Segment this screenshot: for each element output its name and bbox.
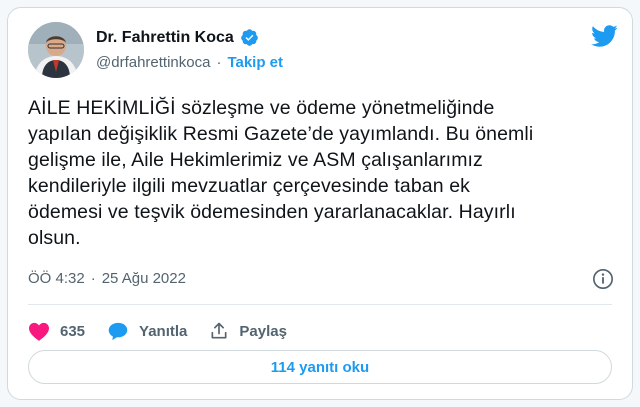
reply-bubble-icon	[108, 322, 128, 341]
heart-icon	[29, 322, 49, 341]
separator-dot: ·	[216, 54, 222, 71]
share-icon	[211, 322, 227, 339]
tweet-text-line: ödemesi ve teşvik ödemesinden yararlanac…	[28, 201, 516, 223]
tweet-time[interactable]: ÖÖ 4:32	[28, 270, 85, 287]
info-icon[interactable]	[592, 268, 614, 290]
tweet-text-line: kendileriyle ilgili mevzuatlar çerçevesi…	[28, 175, 470, 197]
avatar[interactable]	[28, 22, 84, 78]
tweet-text-line: yapılan değişiklik Resmi Gazete’de yayım…	[28, 123, 534, 145]
author-name[interactable]: Dr. Fahrettin Koca	[96, 29, 234, 47]
tweet-text-line: AİLE HEKİMLİĞİ sözleşme ve ödeme yönetme…	[28, 97, 495, 119]
reply-button[interactable]: Yanıtla	[107, 321, 187, 341]
divider	[28, 304, 612, 305]
tweet-text-line: gelişme ile, Aile Hekimlerimiz ve ASM ça…	[28, 149, 483, 171]
avatar-portrait	[28, 22, 84, 78]
follow-button[interactable]: Takip et	[227, 54, 283, 71]
like-count: 635	[60, 322, 86, 340]
twitter-bird-icon[interactable]	[590, 24, 618, 48]
tweet-text: AİLE HEKİMLİĞİ sözleşme ve ödeme yönetme…	[28, 95, 618, 251]
share-label: Paylaş	[239, 322, 287, 340]
action-bar: 635 Yanıtla Paylaş	[28, 316, 309, 346]
like-button[interactable]: 635	[28, 321, 85, 341]
separator-dot: ·	[90, 270, 96, 287]
share-button[interactable]: Paylaş	[209, 321, 287, 341]
tweet-date[interactable]: 25 Ağu 2022	[102, 270, 186, 287]
author-handle[interactable]: @drfahrettinkoca	[96, 54, 210, 71]
tweet-card: Dr. Fahrettin Koca @drfahrettinkoca · Ta…	[7, 7, 633, 400]
read-replies-button[interactable]: 114 yanıtı oku	[28, 350, 612, 384]
verified-badge-icon	[240, 29, 258, 46]
reply-label: Yanıtla	[139, 322, 188, 340]
timestamp[interactable]: ÖÖ 4:32 · 25 Ağu 2022	[28, 270, 186, 287]
tweet-text-line: olsun.	[28, 227, 81, 249]
